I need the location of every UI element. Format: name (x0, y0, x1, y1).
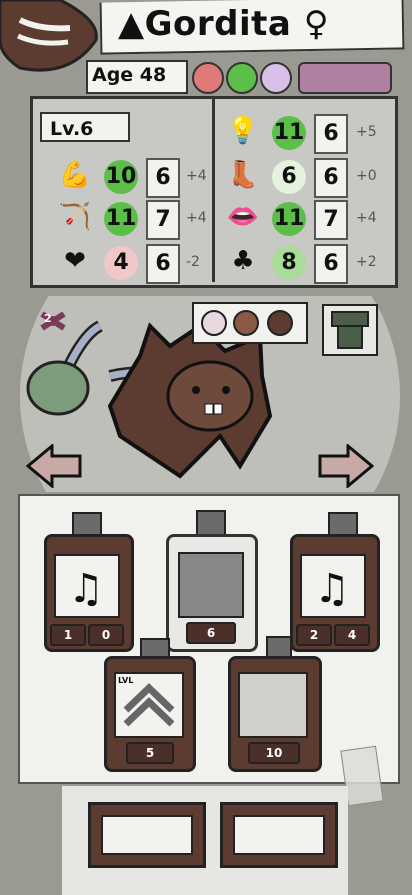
speed-base: 6 (314, 158, 348, 198)
luck-icon: ♣ (231, 246, 255, 276)
cat-card-icon (178, 552, 244, 618)
skill-1-sub: 0 (88, 624, 124, 646)
dexterity-mod: +4 (186, 210, 207, 226)
skill-3-cost: 2 (296, 624, 332, 646)
constitution-icon: ❤ (64, 246, 86, 276)
pipe-slot[interactable] (322, 304, 378, 356)
skill-4-cost: 5 (126, 742, 174, 764)
speed-mod: +0 (356, 168, 377, 184)
prev-creature-button[interactable] (25, 442, 82, 490)
luck-base: 6 (314, 244, 348, 284)
status-effects-icon[interactable] (298, 62, 392, 94)
dexterity-base: 7 (146, 200, 180, 240)
enemy-skill-icon (238, 672, 308, 738)
stats-divider (212, 96, 215, 282)
strength-mod: +4 (186, 168, 207, 184)
strength-base: 6 (146, 158, 180, 198)
level-label: Lv.6 (40, 112, 130, 142)
skill-1-cost: 1 (50, 624, 86, 646)
luck-value: 8 (272, 246, 306, 280)
mood-happy-icon[interactable] (226, 62, 258, 94)
dexterity-value: 11 (104, 202, 138, 236)
constitution-mod: -2 (186, 254, 200, 270)
music-note-icon: ♫ (54, 554, 120, 618)
mood-neutral-icon[interactable] (260, 62, 292, 94)
skill-5-cost: 10 (248, 742, 300, 764)
luck-mod: +2 (356, 254, 377, 270)
skill-3-sub: 4 (334, 624, 370, 646)
mood-angry-icon[interactable] (192, 62, 224, 94)
ribbon-count: 2 (44, 312, 52, 325)
intelligence-mod: +5 (356, 124, 377, 140)
intelligence-base: 6 (314, 114, 348, 154)
charisma-base: 7 (314, 200, 348, 240)
rank-label: LVL (118, 676, 134, 685)
charisma-value: 11 (272, 202, 306, 236)
intelligence-icon: 💡 (226, 116, 260, 146)
ribbon-icon (38, 306, 68, 336)
svg-text:♫: ♫ (68, 566, 104, 612)
strength-icon: 💪 (58, 160, 92, 190)
skill-2-cost: 6 (186, 622, 236, 644)
creature-name[interactable]: ▲Gordita ♀ (118, 4, 329, 44)
dexterity-icon: 🏹 (58, 202, 92, 232)
ability-button-2[interactable] (220, 802, 338, 868)
age-label: Age 48 (92, 64, 167, 86)
music-note-icon-2: ♫ (300, 554, 366, 618)
constitution-value: 4 (104, 246, 138, 280)
strength-value: 10 (104, 160, 138, 194)
svg-text:♫: ♫ (314, 566, 350, 612)
intelligence-value: 11 (272, 116, 306, 150)
next-creature-button[interactable] (318, 442, 375, 490)
friends-panel[interactable] (192, 302, 308, 344)
charisma-icon: 👄 (226, 202, 260, 232)
ability-button-1[interactable] (88, 802, 206, 868)
constitution-base: 6 (146, 244, 180, 284)
speed-value: 6 (272, 160, 306, 194)
speed-icon: 👢 (226, 160, 260, 190)
charisma-mod: +4 (356, 210, 377, 226)
